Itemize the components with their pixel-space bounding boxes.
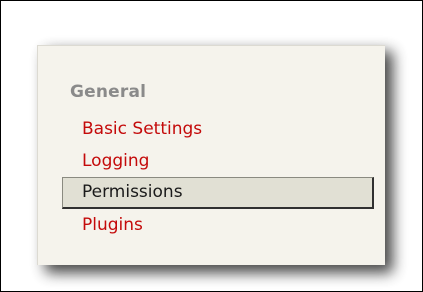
nav-item-logging[interactable]: Logging xyxy=(62,145,374,177)
nav-item-permissions[interactable]: Permissions xyxy=(62,177,374,209)
group-heading-general: General xyxy=(70,82,147,102)
settings-nav-list: Basic Settings Logging Permissions Plugi… xyxy=(62,113,374,241)
nav-item-plugins[interactable]: Plugins xyxy=(62,209,374,241)
settings-nav-panel: General Basic Settings Logging Permissio… xyxy=(37,45,385,265)
screenshot-frame: General Basic Settings Logging Permissio… xyxy=(0,0,423,292)
nav-item-basic-settings[interactable]: Basic Settings xyxy=(62,113,374,145)
